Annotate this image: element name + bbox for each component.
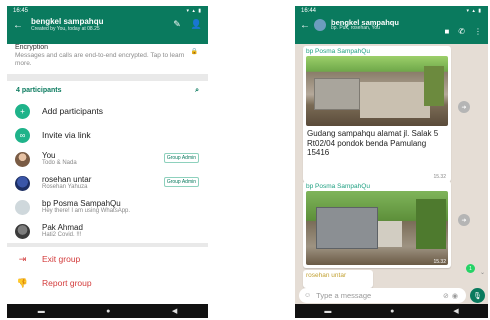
lock-icon: 🔒 <box>190 49 198 55</box>
status-time: 16:44 <box>301 7 317 14</box>
group-admin-badge: Group Admin <box>163 153 199 163</box>
message-bubble[interactable]: bp Posma SampahQu 15.32 <box>303 181 451 268</box>
add-person-icon[interactable]: 👤 <box>191 19 202 30</box>
message-time: 15.32 <box>433 259 446 265</box>
member-status: Hey there! I am using WhatsApp. <box>42 208 131 215</box>
unread-count-badge: 1 <box>466 264 475 273</box>
message-bubble[interactable]: rosehan untar <box>303 270 373 288</box>
message-time: 15.32 <box>433 174 446 180</box>
status-bar: 16:44 ▾ ▴ ▮ <box>295 6 488 15</box>
exit-icon: ⇥ <box>18 253 27 264</box>
chat-subtitle: bp. Puk, rosehan, You <box>331 25 380 32</box>
chat-header: ← bengkel sampahqu bp. Puk, rosehan, You… <box>295 15 488 44</box>
phone-call-icon[interactable]: ✆ <box>458 27 465 36</box>
search-icon[interactable]: ⌕ <box>195 87 199 95</box>
thumbs-down-icon: 👎 <box>16 277 29 288</box>
message-sender: rosehan untar <box>306 272 347 279</box>
member-row[interactable]: rosehan untar Rosehan Yahuza Group Admin <box>7 171 208 195</box>
avatar <box>15 151 30 167</box>
message-bubble[interactable]: bp Posma SampahQu Gudang sampahqu alamat… <box>303 46 451 182</box>
message-composer[interactable]: ☺ Type a message ⊘◉ <box>299 288 466 303</box>
scroll-down-icon[interactable]: ⌄ <box>480 269 485 276</box>
report-group-label: Report group <box>42 278 92 288</box>
encryption-notice[interactable]: Encryption Messages and calls are end-to… <box>7 44 208 74</box>
exit-group-button[interactable]: ⇥ Exit group <box>7 247 208 271</box>
group-avatar[interactable] <box>314 19 326 31</box>
member-row[interactable]: You Todo & Nada Group Admin <box>7 147 208 171</box>
add-participants-label: Add participants <box>42 106 103 116</box>
member-row[interactable]: bp Posma SampahQu Hey there! I am using … <box>7 195 208 219</box>
more-options-icon[interactable]: ⋮ <box>474 27 482 36</box>
exit-group-label: Exit group <box>42 254 81 264</box>
emoji-icon[interactable]: ☺ <box>304 292 311 299</box>
chat-screen: 16:44 ▾ ▴ ▮ ← bengkel sampahqu bp. Puk, … <box>295 6 488 318</box>
edit-pencil-icon[interactable]: ✎ <box>173 19 181 30</box>
link-icon: ∞ <box>15 127 30 143</box>
avatar <box>15 199 30 215</box>
member-status: Todo & Nada <box>42 160 77 167</box>
message-input[interactable]: Type a message <box>316 291 371 300</box>
status-bar: 16:45 ▾ ▴ ▮ <box>7 6 208 15</box>
status-icons: ▾ ▴ ▮ <box>466 7 482 14</box>
participants-header: 4 participants ⌕ <box>7 81 208 99</box>
system-navigation-bar: ▬ ● ◀ <box>7 304 208 318</box>
group-title: bengkel sampahqu <box>31 17 104 26</box>
invite-link-button[interactable]: ∞ Invite via link <box>7 123 208 147</box>
message-photo[interactable] <box>306 191 448 265</box>
member-row[interactable]: Pak Ahmad Hati2 Covid. !!! <box>7 219 208 243</box>
participants-count: 4 participants <box>16 87 62 94</box>
message-sender: bp Posma SampahQu <box>306 48 370 55</box>
forward-icon[interactable]: ➜ <box>458 214 470 226</box>
invite-link-label: Invite via link <box>42 130 91 140</box>
member-name: bp Posma SampahQu <box>42 198 121 208</box>
status-icons: ▾ ▴ ▮ <box>186 7 202 14</box>
group-subtitle: Created by You, today at 08.25 <box>31 26 100 32</box>
system-navigation-bar: ▬ ● ◀ <box>295 304 488 318</box>
microphone-icon[interactable]: 🎙 <box>470 288 485 303</box>
message-photo[interactable] <box>306 56 448 126</box>
group-admin-badge: Group Admin <box>163 177 199 187</box>
status-time: 16:45 <box>13 7 29 14</box>
avatar <box>15 175 30 191</box>
avatar <box>15 223 30 239</box>
member-name: rosehan untar <box>42 174 92 184</box>
back-nav-icon[interactable]: ◀ <box>172 307 177 315</box>
member-status: Rosehan Yahuza <box>42 184 88 191</box>
add-participants-button[interactable]: + Add participants <box>7 99 208 123</box>
member-status: Hati2 Covid. !!! <box>42 232 82 239</box>
forward-icon[interactable]: ➜ <box>458 101 470 113</box>
home-icon[interactable]: ● <box>106 308 110 315</box>
video-call-icon[interactable]: ■ <box>444 27 449 36</box>
group-info-screen: 16:45 ▾ ▴ ▮ ← bengkel sampahqu Created b… <box>7 6 208 318</box>
recent-apps-icon[interactable]: ▬ <box>38 308 45 315</box>
section-divider <box>7 74 208 81</box>
back-arrow-icon[interactable]: ← <box>300 20 312 31</box>
message-sender: bp Posma SampahQu <box>306 183 370 190</box>
home-icon[interactable]: ● <box>390 308 394 315</box>
message-caption: Gudang sampahqu alamat jl. Salak 5 Rt02/… <box>307 129 439 157</box>
recent-apps-icon[interactable]: ▬ <box>324 308 331 315</box>
member-name: Pak Ahmad <box>42 222 83 232</box>
back-nav-icon[interactable]: ◀ <box>453 307 458 315</box>
encryption-text: Messages and calls are end-to-end encryp… <box>15 52 185 67</box>
encryption-title: Encryption <box>15 44 49 51</box>
attach-icon[interactable]: ⊘◉ <box>443 292 461 300</box>
member-name: You <box>42 150 56 160</box>
report-group-button[interactable]: 👎 Report group <box>7 271 208 295</box>
add-person-icon: + <box>15 103 30 119</box>
back-arrow-icon[interactable]: ← <box>13 20 25 31</box>
